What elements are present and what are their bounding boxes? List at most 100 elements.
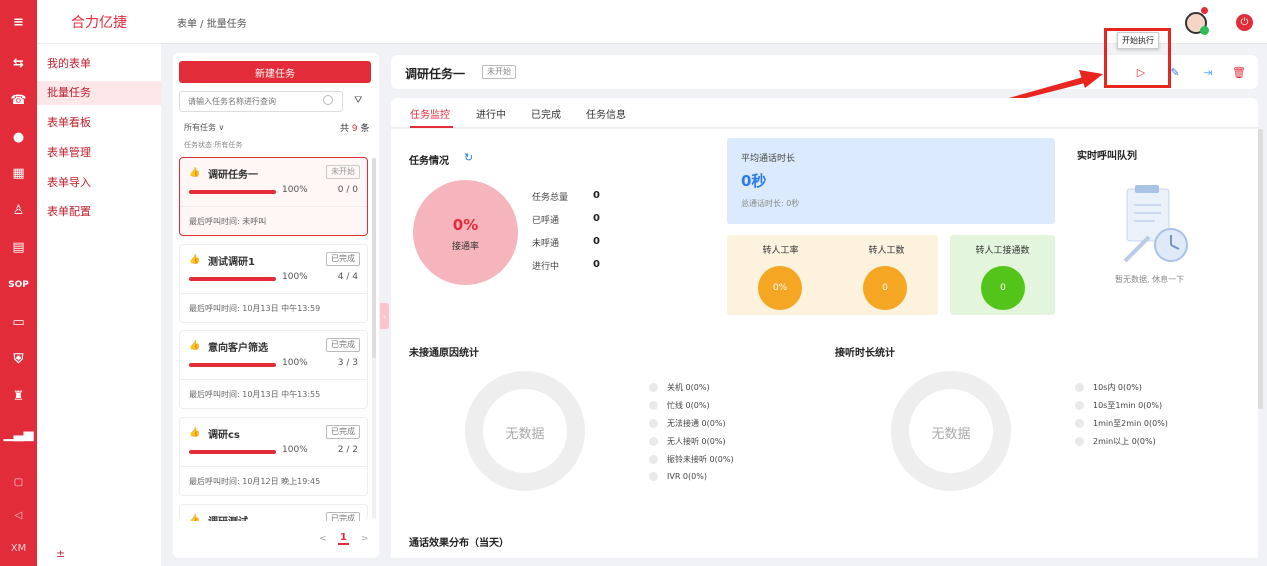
task-card[interactable]: 👍 意向客户筛选 已完成 100% 3 / 3 最后呼叫时间: 10月13日 中… bbox=[179, 330, 368, 409]
legend-item: 2min以上 0(0%) bbox=[1075, 436, 1156, 447]
collapse-panel-button[interactable]: ‹ bbox=[380, 303, 389, 329]
stat-in-progress-label: 进行中 bbox=[532, 262, 560, 272]
chart-icon[interactable]: ▁▃▅ bbox=[0, 423, 37, 445]
legend-dot bbox=[1075, 437, 1084, 446]
task-search-input[interactable] bbox=[179, 91, 343, 112]
menu-icon[interactable]: ≡ bbox=[0, 11, 37, 33]
legend-dot bbox=[1075, 419, 1084, 428]
progress-count: 3 / 3 bbox=[337, 358, 358, 368]
legend-dot bbox=[649, 455, 658, 464]
pager-next-button[interactable]: > bbox=[361, 534, 369, 544]
menu-item-batch-tasks[interactable]: 批量任务 bbox=[37, 81, 161, 105]
pager-page-1[interactable]: 1 bbox=[338, 532, 349, 545]
task-card[interactable]: 👍 调研cs 已完成 100% 2 / 2 最后呼叫时间: 10月12日 晚上1… bbox=[179, 417, 368, 496]
unreached-reasons-title: 未接通原因统计 bbox=[409, 348, 479, 359]
transfer-icon[interactable]: ⇆ bbox=[0, 52, 37, 74]
task-tabs: 任务监控 进行中 已完成 任务信息 bbox=[391, 98, 1258, 128]
task-card-name: 调研测试 bbox=[208, 513, 248, 521]
online-status-icon bbox=[1200, 26, 1209, 35]
book-icon[interactable]: ▢ bbox=[0, 471, 37, 493]
filter-icon[interactable]: ⛛ bbox=[354, 95, 366, 106]
stat-reached-value: 0 bbox=[593, 213, 600, 224]
menu-item-form-management[interactable]: 表单管理 bbox=[37, 141, 161, 165]
tab-completed[interactable]: 已完成 bbox=[531, 106, 561, 121]
thumb-icon: 👍 bbox=[189, 341, 201, 351]
legend-item: 1min至2min 0(0%) bbox=[1075, 418, 1168, 429]
shield-icon[interactable]: ⛨ bbox=[0, 348, 37, 370]
task-card[interactable]: 👍 调研测试 已完成 bbox=[179, 504, 368, 521]
tab-monitor[interactable]: 任务监控 bbox=[410, 106, 450, 121]
last-call-time: 最后呼叫时间: 未呼叫 bbox=[189, 217, 267, 226]
legend-item: 10s内 0(0%) bbox=[1075, 382, 1142, 393]
delete-icon[interactable]: 🗑 bbox=[1231, 64, 1247, 80]
stat-reached-label: 已呼通 bbox=[532, 216, 560, 226]
avg-call-duration-card: 平均通话时长 0秒 总通话时长: 0秒 bbox=[727, 138, 1055, 224]
user-initials[interactable]: XM bbox=[0, 537, 37, 559]
menu-footer-icon[interactable]: ± bbox=[56, 547, 65, 560]
last-call-time: 最后呼叫时间: 10月13日 中午13:59 bbox=[189, 304, 321, 313]
refresh-icon[interactable]: ↻ bbox=[464, 151, 473, 164]
new-task-button[interactable]: 新建任务 bbox=[179, 61, 371, 83]
task-filter-dropdown[interactable]: 所有任务 ∨ bbox=[184, 122, 224, 133]
connect-rate-value: 0% bbox=[452, 216, 479, 234]
divider bbox=[180, 206, 367, 207]
list-scrollbar-thumb[interactable] bbox=[372, 158, 376, 358]
transfer-connected-card: 转人工接通数 0 bbox=[950, 235, 1055, 315]
legend-dot bbox=[649, 401, 658, 410]
total-count: 共 9 条 bbox=[340, 124, 370, 134]
tab-in-progress[interactable]: 进行中 bbox=[476, 106, 506, 121]
transfer-connected-value: 0 bbox=[981, 266, 1025, 310]
last-call-time: 最后呼叫时间: 10月12日 晚上19:45 bbox=[189, 477, 321, 486]
progress-percent: 100% bbox=[282, 272, 308, 282]
phone-icon[interactable]: ☎ bbox=[0, 89, 37, 111]
thumb-icon: 👍 bbox=[189, 515, 201, 521]
stat-total-label: 任务总量 bbox=[532, 193, 569, 203]
chat-icon[interactable]: ● bbox=[0, 126, 37, 148]
menu-item-form-import[interactable]: 表单导入 bbox=[37, 171, 161, 195]
progress-percent: 100% bbox=[282, 358, 308, 368]
clipboard-icon[interactable]: ▤ bbox=[0, 236, 37, 258]
status-badge: 已完成 bbox=[326, 512, 360, 521]
power-icon[interactable]: ⏻ bbox=[1236, 14, 1253, 31]
menu-item-my-forms[interactable]: 我的表单 bbox=[37, 52, 161, 76]
presentation-icon[interactable]: ▭ bbox=[0, 311, 37, 333]
legend-dot bbox=[1075, 401, 1084, 410]
pager-prev-button[interactable]: < bbox=[319, 534, 327, 544]
progress-percent: 100% bbox=[282, 185, 308, 195]
progress-count: 2 / 2 bbox=[337, 445, 358, 455]
user-icon[interactable]: ♙ bbox=[0, 199, 37, 221]
content-scrollbar[interactable] bbox=[1258, 129, 1263, 409]
divider bbox=[180, 466, 367, 467]
total-duration-text: 总通话时长: 0秒 bbox=[741, 199, 800, 208]
breadcrumb: 表单 / 批量任务 bbox=[177, 19, 247, 30]
task-card[interactable]: 👍 测试调研1 已完成 100% 4 / 4 最后呼叫时间: 10月13日 中午… bbox=[179, 244, 368, 323]
legend-dot bbox=[649, 419, 658, 428]
tab-task-info[interactable]: 任务信息 bbox=[586, 106, 626, 121]
legend-item: 忙线 0(0%) bbox=[649, 400, 710, 411]
task-status-badge: 未开始 bbox=[482, 65, 516, 79]
last-call-time: 最后呼叫时间: 10月13日 中午13:55 bbox=[189, 390, 321, 399]
call-effect-title: 通话效果分布（当天） bbox=[409, 538, 509, 549]
legend-item: 无人接听 0(0%) bbox=[649, 436, 726, 447]
transfer-stats-card: 转人工率 转人工数 0% 0 bbox=[727, 235, 938, 315]
stat-total-value: 0 bbox=[593, 190, 600, 201]
task-card[interactable]: 👍 调研任务一 未开始 100% 0 / 0 最后呼叫时间: 未呼叫 bbox=[179, 157, 368, 236]
top-bar: 表单 / 批量任务 bbox=[161, 0, 1267, 44]
menu-item-form-config[interactable]: 表单配置 bbox=[37, 200, 161, 224]
app-root: ≡ ⇆ ☎ ● ▦ ♙ ▤ SOP ▭ ⛨ ♜ ▁▃▅ ▢ ◁ XM 我的表单 … bbox=[0, 0, 1267, 566]
legend-item: 无法接通 0(0%) bbox=[649, 418, 726, 429]
robot-icon[interactable]: ♜ bbox=[0, 385, 37, 407]
legend-item: 10s至1min 0(0%) bbox=[1075, 400, 1162, 411]
search-icon[interactable] bbox=[323, 95, 333, 105]
unreached-empty-label: 无数据 bbox=[505, 427, 545, 442]
thumb-icon: 👍 bbox=[189, 255, 201, 265]
sop-icon[interactable]: SOP bbox=[0, 274, 37, 296]
status-badge: 未开始 bbox=[326, 165, 360, 179]
send-icon[interactable]: ◁ bbox=[0, 504, 37, 526]
menu-item-form-board[interactable]: 表单看板 bbox=[37, 111, 161, 135]
grid-icon[interactable]: ▦ bbox=[0, 162, 37, 184]
transfer-connected-label: 转人工接通数 bbox=[975, 246, 1030, 256]
export-icon[interactable]: ⇥ bbox=[1200, 64, 1216, 80]
thumb-icon: 👍 bbox=[189, 428, 201, 438]
divider bbox=[180, 379, 367, 380]
